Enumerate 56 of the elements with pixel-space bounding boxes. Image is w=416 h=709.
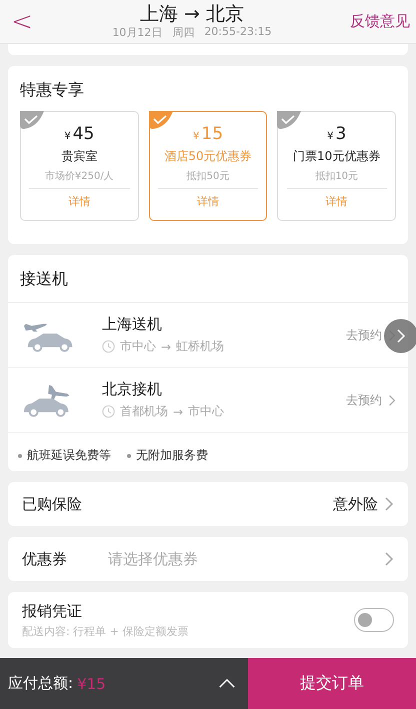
total-label: 应付总额: [8, 674, 74, 693]
invoice-note: 配送内容: 行程单 + 保险定额发票 [22, 624, 190, 638]
insurance-row[interactable]: 已购保险 意外险 [8, 482, 408, 526]
offer-note: 抵扣50元 [186, 170, 230, 183]
offer-name: 贵宾室 [61, 148, 98, 165]
offer-name: 酒店50元优惠券 [164, 148, 252, 165]
row-label: 报销凭证 [22, 602, 83, 620]
route-arrow: → [161, 340, 172, 354]
chevron-right-icon [384, 496, 394, 512]
check-icon [148, 111, 173, 129]
transfer-name: 北京接机 [102, 380, 163, 399]
offer-card[interactable]: ¥45 贵宾室 市场价¥250/人 详情 [20, 111, 139, 221]
transfer-name: 上海送机 [102, 315, 163, 334]
route-end: 虹桥机场 [176, 338, 224, 355]
offer-price: ¥15 [193, 124, 224, 144]
offer-card[interactable]: ¥3 门票10元优惠券 抵扣10元 详情 [277, 111, 396, 221]
origin-city: 上海 [140, 3, 178, 25]
flight-date: 10月12日 [112, 25, 162, 40]
section-title: 接送机 [8, 255, 408, 303]
route-start: 首都机场 [120, 403, 168, 420]
check-icon [277, 111, 302, 129]
chevron-right-icon [384, 551, 394, 567]
coupon-placeholder: 请选择优惠券 [108, 550, 199, 568]
perk-text: 航班延误免费等 [18, 447, 111, 464]
chevron-right-icon [396, 328, 406, 344]
book-button[interactable]: 去预约 [346, 326, 382, 344]
clock-icon [102, 340, 115, 353]
feedback-link[interactable]: 反馈意见 [350, 12, 410, 31]
destination-city: 北京 [206, 3, 244, 25]
chevron-right-icon [388, 394, 396, 406]
section-title: 特惠专享 [20, 80, 85, 101]
book-button[interactable]: 去预约 [346, 392, 382, 408]
route-arrow: → [173, 404, 184, 418]
offer-note: 抵扣10元 [315, 170, 358, 183]
row-value: 意外险 [332, 494, 378, 514]
flight-weekday: 周四 [172, 25, 194, 40]
clock-icon [102, 405, 115, 418]
route-end: 市中心 [188, 403, 224, 420]
chevron-up-icon[interactable] [218, 678, 236, 689]
total-amount: ¥15 [77, 674, 107, 692]
perk-text: 无附加服务费 [127, 447, 208, 464]
toggle-switch[interactable] [354, 608, 394, 632]
route-arrow: → [184, 3, 200, 25]
flight-time: 20:55-23:15 [204, 25, 272, 40]
submit-button[interactable]: 提交订单 [248, 658, 416, 709]
offer-price: ¥45 [64, 124, 94, 144]
row-label: 已购保险 [22, 494, 83, 514]
offer-price: ¥3 [327, 124, 346, 144]
coupon-row[interactable]: 优惠券 请选择优惠券 [8, 537, 408, 581]
back-button[interactable]: < [10, 6, 34, 36]
offer-note: 市场价¥250/人 [44, 170, 114, 183]
floating-button[interactable] [384, 319, 416, 353]
offer-name: 门票10元优惠券 [293, 148, 380, 165]
route-start: 市中心 [120, 338, 156, 355]
check-icon [20, 111, 44, 129]
row-label: 优惠券 [22, 550, 68, 568]
